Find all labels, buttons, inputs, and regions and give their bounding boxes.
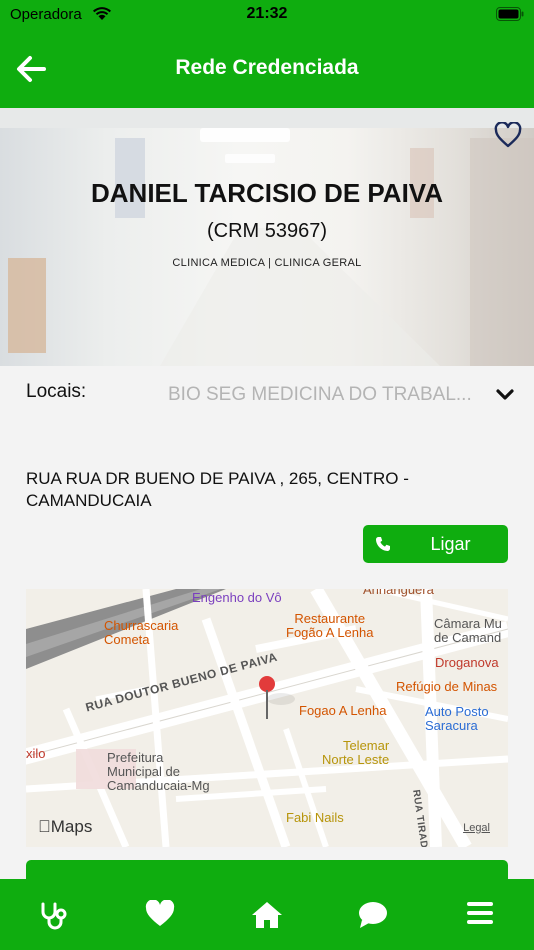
map-place-restaurante: Restaurante Fogão A Lenha: [286, 611, 374, 640]
doctor-header: DANIEL TARCISIO DE PAIVA (CRM 53967) CLI…: [0, 108, 534, 366]
map-place-camara: Câmara Mu de Camand: [434, 616, 502, 645]
map-place-prefeitura: Prefeitura Municipal de Camanducaia-Mg: [107, 750, 210, 793]
map-legal-link[interactable]: Legal: [463, 822, 490, 834]
phone-icon: [376, 537, 390, 551]
page-title: Rede Credenciada: [175, 56, 359, 79]
call-button[interactable]: Ligar: [363, 525, 508, 563]
address-text: RUA RUA DR BUENO DE PAIVA , 265, CENTRO …: [26, 469, 409, 510]
map-place-churrascaria: Churrascaria Cometa: [104, 618, 179, 647]
map-place-engenho: Engenho do Vô: [192, 590, 282, 605]
doctor-name: DANIEL TARCISIO DE PAIVA: [91, 178, 443, 208]
heart-icon: [145, 900, 175, 926]
bottom-tab-bar: [0, 879, 534, 950]
locais-label: Locais:: [26, 381, 87, 402]
map-place-anhanguera: Anhanguera: [363, 589, 434, 597]
map-place-refugio: Refúgio de Minas: [396, 679, 498, 694]
tab-doctors[interactable]: [0, 879, 106, 950]
nav-bar: Rede Credenciada: [0, 30, 534, 108]
map-place-xilo: xilo: [26, 746, 46, 761]
tab-menu[interactable]: [427, 879, 533, 950]
locais-dropdown[interactable]: BIO SEG MEDICINA DO TRABAL...: [168, 384, 514, 410]
map-place-auto-posto: Auto Posto Saracura: [425, 704, 489, 733]
tab-chat[interactable]: [320, 879, 426, 950]
menu-icon: [467, 902, 493, 924]
location-map[interactable]: Engenho do Vô Anhanguera Churrascaria Co…: [26, 589, 508, 847]
map-place-telemar: Telemar Norte Leste: [322, 738, 390, 767]
battery-icon: [496, 7, 524, 21]
doctor-specialties: CLINICA MEDICA | CLINICA GERAL: [172, 257, 362, 269]
home-icon: [252, 902, 282, 928]
maps-brand-label: Maps: [38, 817, 93, 836]
call-button-label: Ligar: [430, 534, 471, 554]
locais-selected-value: BIO SEG MEDICINA DO TRABAL...: [168, 384, 472, 405]
favorite-heart-icon[interactable]: [494, 122, 522, 148]
tab-favorites[interactable]: [107, 879, 213, 950]
map-place-fabi: Fabi Nails: [286, 810, 344, 825]
apple-maps-logo: Maps: [38, 817, 92, 837]
status-bar: Operadora 21:32: [0, 0, 534, 30]
doctor-crm: (CRM 53967): [206, 220, 328, 242]
chevron-down-icon: [496, 389, 514, 400]
stethoscope-icon: [41, 902, 67, 930]
status-time: 21:32: [246, 5, 288, 22]
chat-icon: [359, 902, 387, 928]
map-place-fogao: Fogao A Lenha: [299, 703, 387, 718]
map-place-droganova: Droganova: [435, 655, 499, 670]
tab-home[interactable]: [214, 879, 320, 950]
